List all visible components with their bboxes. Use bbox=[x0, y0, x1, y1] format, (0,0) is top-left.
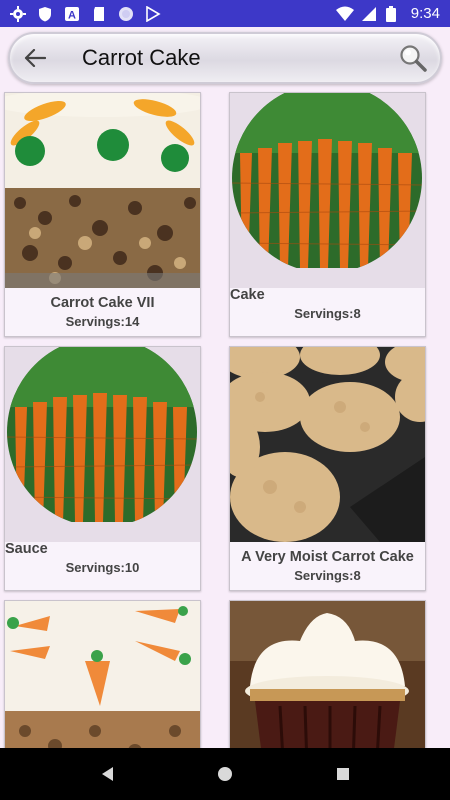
recipe-card[interactable]: Carrot Cake VII Servings:14 bbox=[4, 92, 201, 337]
nav-home-button[interactable] bbox=[215, 764, 235, 784]
recipe-servings: Servings:14 bbox=[65, 314, 140, 329]
recipe-image bbox=[5, 347, 200, 542]
search-bar[interactable]: Carrot Cake bbox=[8, 32, 442, 84]
signal-icon bbox=[361, 6, 377, 22]
recipe-servings: Servings:8 bbox=[294, 568, 361, 583]
recipe-image bbox=[5, 93, 200, 288]
wifi-icon bbox=[335, 6, 354, 22]
nav-back-button[interactable] bbox=[97, 764, 117, 784]
recipe-image bbox=[230, 93, 425, 288]
recipe-grid[interactable]: Carrot Cake VII Servings:14 Cake Serving… bbox=[0, 90, 450, 748]
recipe-servings: Servings:10 bbox=[65, 560, 140, 575]
nav-recents-button[interactable] bbox=[333, 764, 353, 784]
circle-icon bbox=[118, 6, 134, 22]
status-bar: A 9:34 bbox=[0, 0, 450, 27]
recipe-card[interactable] bbox=[229, 600, 426, 748]
recipe-card[interactable]: A Very Moist Carrot Cake Servings:8 bbox=[229, 346, 426, 591]
recipe-title: Carrot Cake VII bbox=[50, 295, 155, 311]
recipe-servings: Servings:8 bbox=[294, 306, 361, 321]
arrow-back-icon bbox=[24, 49, 46, 67]
navigation-bar bbox=[0, 748, 450, 800]
nav-home-icon bbox=[218, 767, 232, 781]
recipe-card[interactable]: Carrot Cake with Butter Sauce Servings:1… bbox=[4, 346, 201, 591]
recipe-title: A Very Moist Carrot Cake bbox=[241, 549, 414, 565]
recipe-image bbox=[230, 347, 425, 542]
recipe-card[interactable] bbox=[4, 600, 201, 748]
back-button[interactable] bbox=[22, 45, 48, 71]
recipe-card[interactable]: Best Gluten-Free Carrot Cake Servings:8 bbox=[229, 92, 426, 337]
settings-icon bbox=[10, 5, 26, 22]
recipe-image bbox=[5, 601, 200, 748]
sd-card-icon bbox=[91, 6, 107, 22]
nav-back-icon bbox=[102, 767, 113, 781]
status-time: 9:34 bbox=[410, 5, 440, 22]
nav-recents-icon bbox=[337, 768, 349, 780]
a-icon: A bbox=[64, 6, 80, 22]
play-store-icon bbox=[145, 5, 161, 22]
shield-icon bbox=[37, 6, 53, 22]
svg-text:A: A bbox=[68, 9, 76, 21]
search-button[interactable] bbox=[398, 43, 428, 73]
recipe-image bbox=[230, 601, 425, 748]
magnifier-icon bbox=[400, 45, 427, 72]
search-query[interactable]: Carrot Cake bbox=[82, 45, 201, 71]
battery-icon bbox=[385, 5, 402, 22]
